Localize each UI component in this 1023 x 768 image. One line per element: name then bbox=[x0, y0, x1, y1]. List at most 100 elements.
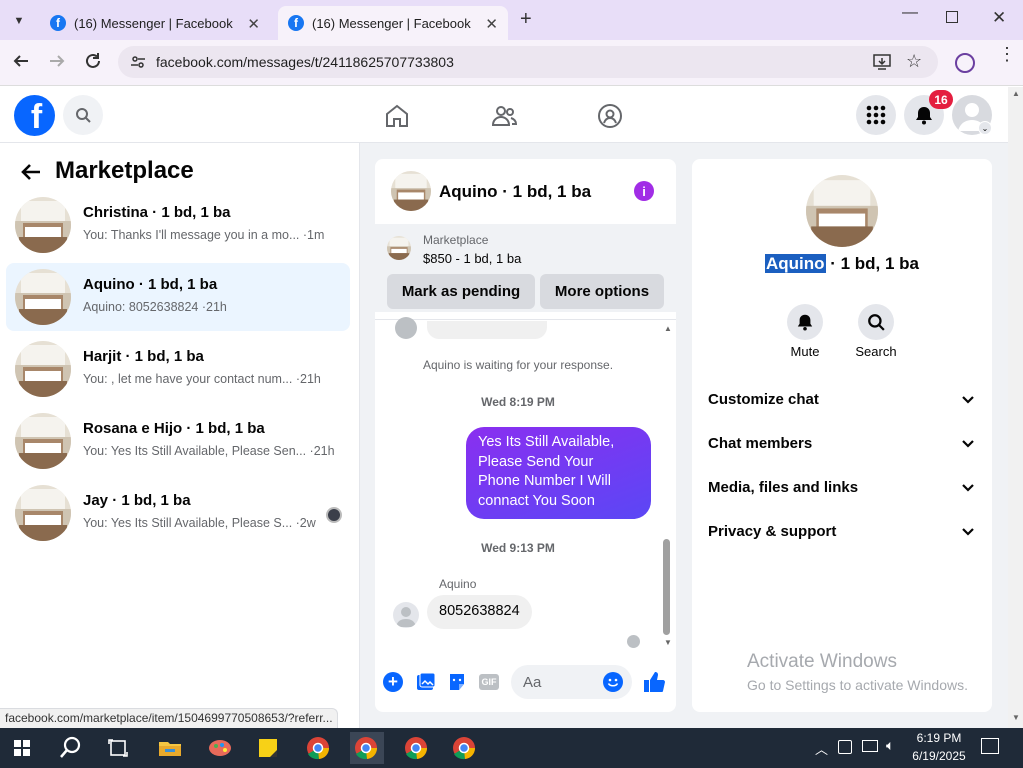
close-tab-icon[interactable]: ✕ bbox=[485, 15, 498, 33]
url-text: facebook.com/messages/t/2411862570773380… bbox=[156, 54, 454, 70]
sender-name: Aquino bbox=[439, 577, 477, 591]
reload-icon[interactable] bbox=[84, 52, 102, 70]
conversation-item-harjit[interactable]: Harjit · 1 bd, 1 ba You: , let me have y… bbox=[6, 335, 350, 403]
scrollbar-thumb[interactable] bbox=[663, 539, 670, 635]
tray-chevron-icon[interactable]: ︿ bbox=[815, 739, 828, 758]
mark-as-pending-button[interactable]: Mark as pending bbox=[387, 274, 535, 309]
browser-tab-strip: ▼ f (16) Messenger | Facebook ✕ f (16) M… bbox=[0, 0, 1023, 40]
friends-icon[interactable] bbox=[491, 103, 517, 129]
chrome-icon[interactable] bbox=[350, 732, 384, 764]
chrome-icon[interactable] bbox=[448, 732, 480, 764]
sticky-notes-icon[interactable] bbox=[252, 732, 284, 764]
home-icon[interactable] bbox=[384, 103, 410, 129]
profile-icon[interactable] bbox=[955, 53, 975, 73]
file-explorer-icon[interactable] bbox=[154, 732, 186, 764]
scroll-up-icon[interactable]: ▲ bbox=[1012, 89, 1020, 98]
back-icon[interactable] bbox=[12, 52, 30, 70]
sender-avatar bbox=[393, 602, 419, 628]
mute-button[interactable] bbox=[787, 304, 823, 340]
volume-icon[interactable]: 🔈︎ bbox=[886, 737, 894, 754]
profile-name-rest: · 1 bd, 1 ba bbox=[825, 254, 920, 273]
chevron-down-icon[interactable] bbox=[961, 395, 975, 405]
plus-icon[interactable]: + bbox=[383, 672, 403, 692]
scroll-down-icon[interactable]: ▼ bbox=[664, 638, 672, 647]
account-chevron-icon[interactable]: ⌄ bbox=[978, 121, 992, 135]
sent-message-bubble[interactable]: Yes Its Still Available, Please Send You… bbox=[466, 427, 651, 519]
sticker-icon[interactable] bbox=[447, 672, 467, 692]
meet-now-icon[interactable] bbox=[838, 740, 852, 754]
search-button[interactable] bbox=[63, 95, 103, 135]
grid-menu-icon bbox=[866, 105, 886, 125]
listing-thumbnail bbox=[15, 269, 71, 325]
message-input[interactable]: Aa bbox=[511, 665, 632, 699]
gif-icon[interactable]: GIF bbox=[479, 674, 499, 690]
tab-search-button[interactable]: ▼ bbox=[8, 10, 30, 32]
paint-app-icon[interactable] bbox=[204, 732, 236, 764]
info-icon[interactable]: i bbox=[634, 181, 654, 201]
chevron-down-icon[interactable] bbox=[961, 439, 975, 449]
close-tab-icon[interactable]: ✕ bbox=[247, 15, 260, 33]
scroll-up-icon[interactable]: ▲ bbox=[664, 324, 672, 333]
windows-start-icon[interactable] bbox=[6, 732, 38, 764]
maximize-button[interactable] bbox=[946, 11, 958, 23]
message-input-placeholder: Aa bbox=[523, 674, 542, 691]
network-icon[interactable] bbox=[862, 740, 878, 752]
conversation-preview: You: Yes Its Still Available, Please Sen… bbox=[83, 444, 335, 458]
back-arrow-icon[interactable] bbox=[20, 162, 42, 182]
bookmark-star-icon[interactable]: ☆ bbox=[906, 51, 922, 72]
minimize-button[interactable]: — bbox=[902, 4, 918, 22]
conversation-item-jay[interactable]: Jay · 1 bd, 1 ba You: Yes Its Still Avai… bbox=[6, 479, 350, 547]
conversation-item-rosana[interactable]: Rosana e Hijo · 1 bd, 1 ba You: Yes Its … bbox=[6, 407, 350, 475]
conversation-preview: You: Thanks I'll message you in a mo... … bbox=[83, 228, 325, 242]
bell-icon bbox=[797, 314, 813, 331]
chrome-icon[interactable] bbox=[302, 732, 334, 764]
profile-photo[interactable] bbox=[806, 175, 878, 247]
section-media-files-links[interactable]: Media, files and links bbox=[708, 479, 858, 496]
task-view-icon[interactable] bbox=[102, 732, 134, 764]
page-scrollbar[interactable]: ▲ ▼ bbox=[1008, 87, 1023, 728]
chevron-down-icon[interactable] bbox=[961, 527, 975, 537]
menu-button[interactable] bbox=[856, 95, 896, 135]
clock-date[interactable]: 6/19/2025 bbox=[905, 749, 973, 763]
conversation-item-christina[interactable]: Christina · 1 bd, 1 ba You: Thanks I'll … bbox=[6, 191, 350, 259]
listing-thumbnail bbox=[15, 485, 71, 541]
notification-badge: 16 bbox=[929, 90, 953, 109]
chat-title[interactable]: Aquino · 1 bd, 1 ba bbox=[439, 182, 591, 202]
conversation-name: Harjit · 1 bd, 1 ba bbox=[83, 348, 204, 365]
search-in-chat-button[interactable] bbox=[858, 304, 894, 340]
scroll-down-icon[interactable]: ▼ bbox=[1012, 713, 1020, 722]
forward-icon[interactable] bbox=[48, 52, 66, 70]
listing-thumbnail bbox=[15, 341, 71, 397]
conversation-item-aquino[interactable]: Aquino · 1 bd, 1 ba Aquino: 8052638824 ·… bbox=[6, 263, 350, 331]
emoji-icon[interactable] bbox=[603, 672, 623, 692]
thumbs-up-icon[interactable] bbox=[642, 670, 666, 694]
chrome-icon[interactable] bbox=[400, 732, 432, 764]
tab-title: (16) Messenger | Facebook bbox=[312, 15, 471, 31]
chevron-down-icon[interactable] bbox=[961, 483, 975, 493]
menu-kebab-icon[interactable]: ⋮ bbox=[998, 45, 1016, 63]
browser-toolbar: facebook.com/messages/t/2411862570773380… bbox=[0, 40, 1023, 86]
chat-avatar[interactable] bbox=[391, 171, 431, 211]
new-tab-button[interactable]: + bbox=[520, 8, 532, 31]
section-customize-chat[interactable]: Customize chat bbox=[708, 391, 819, 408]
address-bar[interactable]: facebook.com/messages/t/2411862570773380… bbox=[118, 46, 938, 78]
site-settings-icon[interactable] bbox=[130, 54, 146, 70]
taskbar-search-icon[interactable] bbox=[54, 732, 86, 764]
tab-messenger-2[interactable]: f (16) Messenger | Facebook ✕ bbox=[278, 6, 508, 40]
tab-messenger-1[interactable]: f (16) Messenger | Facebook ✕ bbox=[40, 6, 270, 40]
install-app-icon[interactable] bbox=[873, 53, 891, 71]
chat-scrollbar[interactable]: ▲ ▼ bbox=[661, 324, 675, 649]
clock-time[interactable]: 6:19 PM bbox=[905, 731, 973, 745]
timestamp: Wed 9:13 PM bbox=[481, 541, 555, 555]
received-message-bubble[interactable]: 8052638824 bbox=[427, 595, 532, 629]
photo-icon[interactable] bbox=[416, 672, 436, 692]
facebook-logo[interactable]: f bbox=[14, 95, 55, 136]
notification-center-icon[interactable] bbox=[981, 738, 999, 754]
section-chat-members[interactable]: Chat members bbox=[708, 435, 812, 452]
close-window-button[interactable]: ✕ bbox=[992, 8, 1006, 28]
section-privacy-support[interactable]: Privacy & support bbox=[708, 523, 836, 540]
listing-detail[interactable]: $850 - 1 bd, 1 ba bbox=[423, 251, 521, 266]
groups-icon[interactable] bbox=[597, 103, 623, 129]
profile-name-highlight: Aquino bbox=[764, 254, 826, 273]
more-options-button[interactable]: More options bbox=[540, 274, 664, 309]
